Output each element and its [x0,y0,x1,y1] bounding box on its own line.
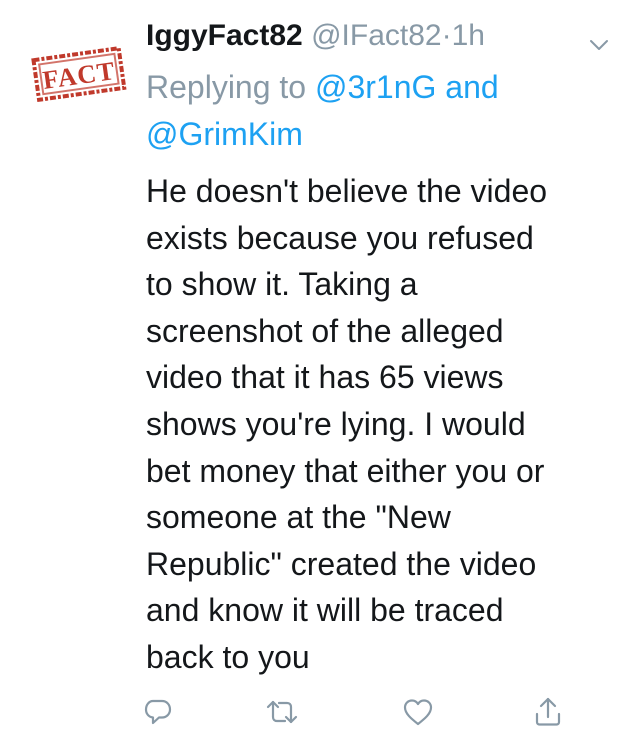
retweet-icon [265,697,299,727]
mention-3r1ng[interactable]: @3r1nG [315,69,436,105]
tweet-text: He doesn't believe the video exists beca… [146,173,548,675]
mention-grimkim[interactable]: @GrimKim [146,116,303,152]
reply-context: Replying to @3r1nG and @GrimKim [146,64,616,158]
user-handle[interactable]: @IFact82 [311,19,442,52]
reply-connector: and [436,69,499,105]
chevron-down-icon[interactable] [588,25,610,50]
retweet-button[interactable] [260,690,304,734]
avatar[interactable]: FACT [30,40,128,110]
like-button[interactable] [396,690,440,734]
separator-dot: · [441,19,452,52]
display-name[interactable]: IggyFact82 [146,19,303,52]
reply-icon [143,697,173,727]
tweet-actions [144,690,616,734]
tweet-header: IggyFact82 @IFact82·1h [146,14,626,58]
share-button[interactable] [526,690,570,734]
heart-icon [402,697,434,727]
tweet-timestamp[interactable]: 1h [452,19,485,52]
share-icon [533,696,563,728]
reply-prefix: Replying to [146,69,315,105]
tweet[interactable]: FACT IggyFact82 @IFact82·1h Replying to … [0,0,640,749]
reply-button[interactable] [136,690,180,734]
